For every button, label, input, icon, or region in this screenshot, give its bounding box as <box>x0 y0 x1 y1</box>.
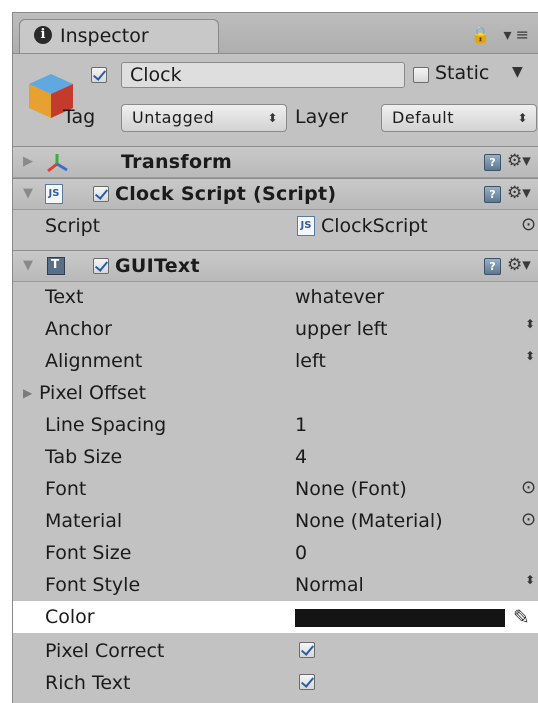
tab-inspector[interactable]: i Inspector <box>19 19 219 53</box>
clock-script-header[interactable]: ▼ JS Clock Script (Script) ? ⚙▾ <box>13 178 538 210</box>
guitext-enabled-checkbox[interactable] <box>93 258 109 274</box>
property-row-alignment: Alignment left ⬍ <box>13 345 538 377</box>
foldout-collapsed-icon[interactable]: ▶ <box>23 386 32 400</box>
help-book-icon[interactable]: ? <box>484 258 501 275</box>
foldout-expanded-icon[interactable]: ▼ <box>23 186 33 201</box>
property-row-font-style: Font Style Normal ⬍ <box>13 569 538 601</box>
property-label: Line Spacing <box>45 414 167 436</box>
updown-arrow-icon: ⬍ <box>525 317 536 331</box>
tag-value: Untagged <box>132 108 215 127</box>
gear-icon[interactable]: ⚙▾ <box>507 255 531 275</box>
property-row-font-size: Font Size 0 <box>13 537 538 569</box>
guitext-title: GUIText <box>115 255 200 277</box>
layer-dropdown[interactable]: Default ⬍ <box>381 104 537 132</box>
static-dropdown-arrow-icon[interactable]: ▼ <box>512 64 523 80</box>
property-label: Font Size <box>45 542 132 564</box>
object-picker-icon[interactable]: ⊙ <box>521 477 536 498</box>
updown-arrow-icon: ⬍ <box>525 573 536 587</box>
property-label: Anchor <box>45 318 112 340</box>
foldout-collapsed-icon[interactable]: ▶ <box>23 154 33 169</box>
object-picker-icon[interactable]: ⊙ <box>521 214 536 235</box>
foldout-expanded-icon[interactable]: ▼ <box>23 258 33 273</box>
color-swatch[interactable] <box>295 609 505 627</box>
property-row-material: Material None (Material) ⊙ <box>13 505 538 537</box>
object-picker-icon[interactable]: ⊙ <box>521 509 536 530</box>
tag-label: Tag <box>63 106 96 128</box>
script-row: Script JS ClockScript ⊙ <box>13 210 538 242</box>
tab-bar: i Inspector 🔒 ▾≡ <box>13 13 538 54</box>
property-label: Rich Text <box>45 672 131 694</box>
inspector-panel: i Inspector 🔒 ▾≡ Clock Static ▼ Tag Unta… <box>12 12 538 703</box>
static-label: Static <box>435 62 490 84</box>
property-row-tab-size: Tab Size 4 <box>13 441 538 473</box>
eyedropper-icon[interactable]: ✎ <box>513 605 530 629</box>
gear-icon[interactable]: ⚙▾ <box>507 183 531 203</box>
property-row-color: Color ✎ <box>13 601 538 633</box>
clock-script-enabled-checkbox[interactable] <box>93 186 109 202</box>
updown-arrow-icon: ⬍ <box>525 349 536 363</box>
guitext-header[interactable]: ▼ GUIText ? ⚙▾ <box>13 250 538 282</box>
gear-icon[interactable]: ⚙▾ <box>507 151 531 171</box>
property-row-rich-text: Rich Text <box>13 667 538 699</box>
updown-arrow-icon: ⬍ <box>517 111 528 125</box>
layer-label: Layer <box>295 106 348 128</box>
pixel-correct-checkbox[interactable] <box>299 642 315 658</box>
anchor-dropdown[interactable]: upper left <box>295 318 387 340</box>
line-spacing-input[interactable]: 1 <box>295 414 307 436</box>
js-script-icon: JS <box>45 184 63 204</box>
transform-title: Transform <box>121 151 233 173</box>
font-field[interactable]: None (Font) <box>295 478 407 500</box>
text-input[interactable]: whatever <box>295 286 384 308</box>
property-row-pixel-offset[interactable]: ▶ Pixel Offset <box>13 377 538 409</box>
static-checkbox[interactable] <box>413 67 429 83</box>
property-row-pixel-correct: Pixel Correct <box>13 635 538 667</box>
property-label: Font Style <box>45 574 141 596</box>
updown-arrow-icon: ⬍ <box>267 111 278 125</box>
help-book-icon[interactable]: ? <box>484 154 501 171</box>
font-style-dropdown[interactable]: Normal <box>295 574 364 596</box>
property-label: Color <box>45 606 95 628</box>
script-label: Script <box>45 215 101 237</box>
property-label: Material <box>45 510 123 532</box>
property-label: Pixel Offset <box>39 382 147 404</box>
property-row-text: Text whatever <box>13 281 538 313</box>
help-book-icon[interactable]: ? <box>484 186 501 203</box>
guitext-icon <box>47 257 65 275</box>
alignment-dropdown[interactable]: left <box>295 350 326 372</box>
object-header: Clock Static ▼ Tag Untagged ⬍ Layer Defau… <box>13 54 538 147</box>
property-label: Alignment <box>45 350 143 372</box>
property-label: Font <box>45 478 87 500</box>
tab-size-input[interactable]: 4 <box>295 446 307 468</box>
property-row-line-spacing: Line Spacing 1 <box>13 409 538 441</box>
property-label: Pixel Correct <box>45 640 165 662</box>
transform-axes-icon <box>47 154 68 173</box>
property-row-font: Font None (Font) ⊙ <box>13 473 538 505</box>
object-name-input[interactable]: Clock <box>121 62 405 88</box>
script-value[interactable]: ClockScript <box>321 215 428 237</box>
tab-label: Inspector <box>60 25 149 47</box>
lock-and-menu-icons[interactable]: 🔒 ▾≡ <box>471 25 533 44</box>
property-label: Text <box>45 286 84 308</box>
font-size-input[interactable]: 0 <box>295 542 307 564</box>
property-label: Tab Size <box>45 446 123 468</box>
property-row-anchor: Anchor upper left ⬍ <box>13 313 538 345</box>
layer-value: Default <box>392 108 454 127</box>
rich-text-checkbox[interactable] <box>299 674 315 690</box>
info-icon: i <box>34 26 52 44</box>
clock-script-title: Clock Script (Script) <box>115 183 337 205</box>
js-script-icon: JS <box>297 216 315 236</box>
transform-header[interactable]: ▶ Transform ? ⚙▾ <box>13 146 538 178</box>
active-checkbox[interactable] <box>91 67 107 83</box>
material-field[interactable]: None (Material) <box>295 510 443 532</box>
tag-dropdown[interactable]: Untagged ⬍ <box>121 104 287 132</box>
